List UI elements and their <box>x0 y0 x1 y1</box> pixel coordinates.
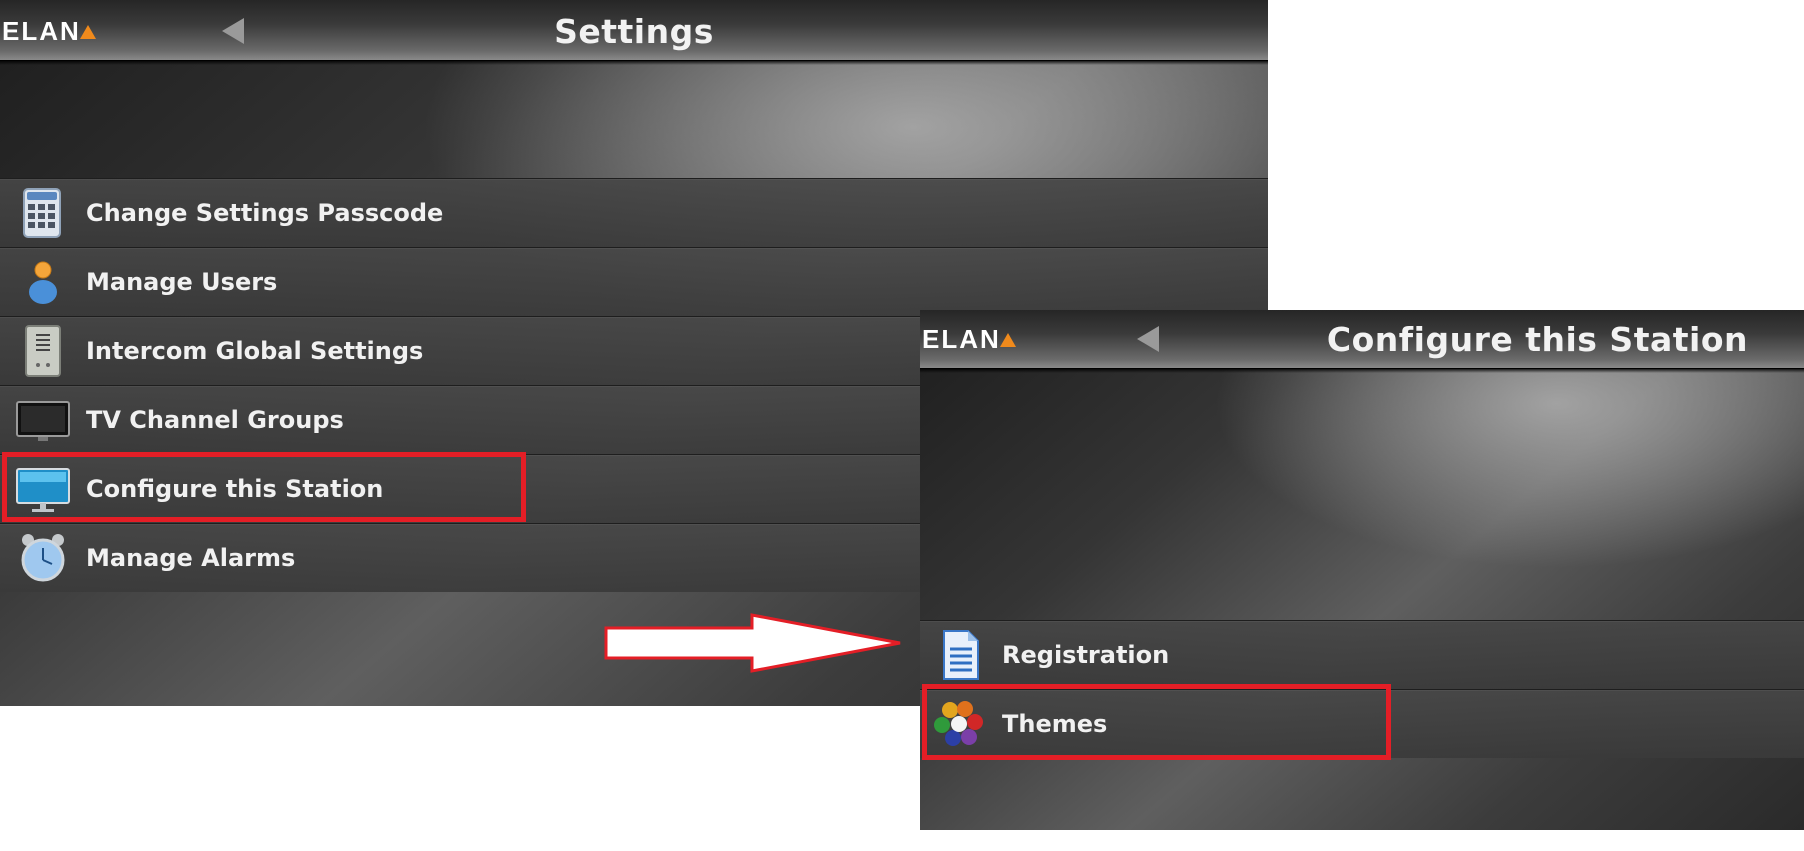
list-item-change-settings-passcode[interactable]: Change Settings Passcode <box>0 178 1268 247</box>
arrow-right-icon <box>604 613 901 673</box>
configure-station-screen: ELAN Configure this Station Registration <box>920 310 1804 830</box>
monitor-icon <box>16 468 70 512</box>
document-icon <box>943 630 979 680</box>
list-item-registration[interactable]: Registration <box>920 620 1804 689</box>
list-item-label: Intercom Global Settings <box>86 337 424 365</box>
list-item-manage-users[interactable]: Manage Users <box>0 247 1268 316</box>
list-item-label: Themes <box>1002 710 1108 738</box>
list-item-label: TV Channel Groups <box>86 406 344 434</box>
color-palette-icon <box>934 701 983 746</box>
settings-header: ELAN Settings <box>0 0 1268 65</box>
alarm-clock-icon <box>21 534 65 582</box>
svg-text:ELAN: ELAN <box>922 327 1001 351</box>
list-item-label: Registration <box>1002 641 1170 669</box>
elan-logo: ELAN <box>922 327 1016 351</box>
list-item-themes[interactable]: Themes <box>920 689 1804 758</box>
configure-header: ELAN Configure this Station <box>920 310 1804 373</box>
keypad-icon <box>23 188 61 238</box>
back-button[interactable] <box>1137 326 1159 352</box>
list-item-label: Change Settings Passcode <box>86 199 444 227</box>
list-item-label: Manage Users <box>86 268 278 296</box>
list-item-label: Manage Alarms <box>86 544 296 572</box>
intercom-icon <box>25 325 61 377</box>
page-title: Settings <box>554 12 714 51</box>
user-icon <box>29 261 57 304</box>
configure-list: Registration Themes <box>920 620 1804 758</box>
list-item-label: Configure this Station <box>86 475 384 503</box>
page-title: Configure this Station <box>1326 320 1748 359</box>
tv-icon <box>16 401 70 441</box>
